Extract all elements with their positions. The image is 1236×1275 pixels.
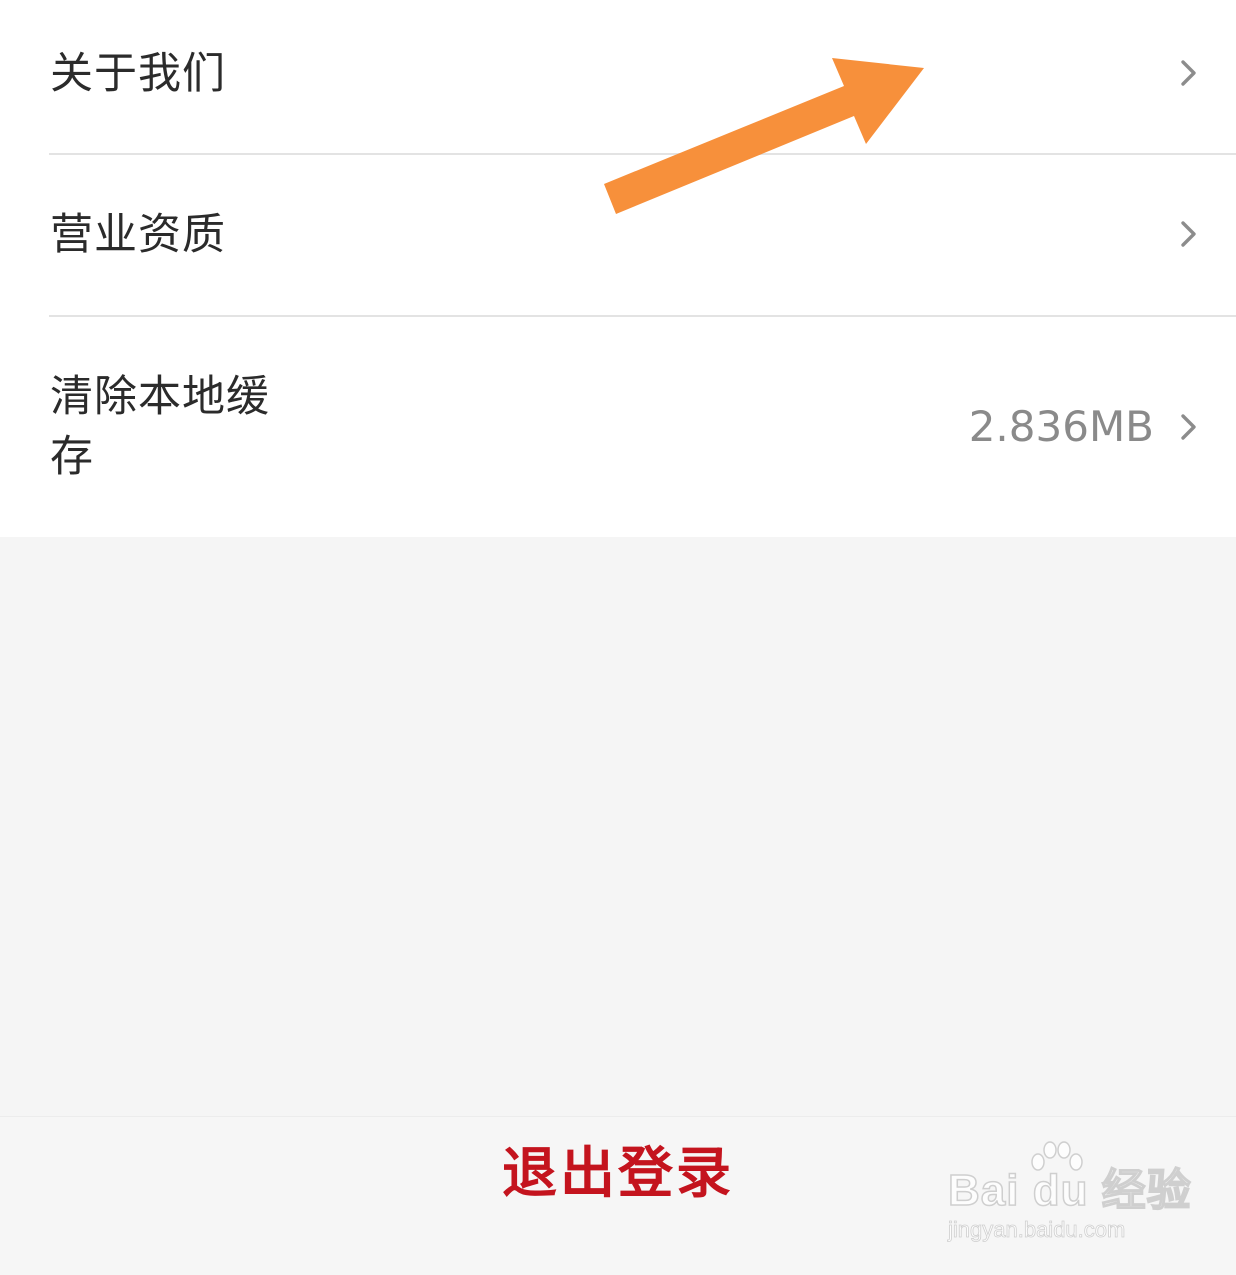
watermark-brand: Bai du 经验 bbox=[947, 1165, 1192, 1216]
cache-size-value: 2.836MB bbox=[968, 402, 1154, 451]
logout-button[interactable]: 退出登录 bbox=[450, 1127, 786, 1219]
settings-list: 关于我们 营业资质 清除本地缓存 2.836MB bbox=[0, 0, 1236, 537]
settings-item-label: 营业资质 bbox=[50, 210, 226, 260]
baidu-jingyan-watermark: Bai du 经验 jingyan.baidu.com bbox=[944, 1140, 1191, 1250]
watermark-domain: jingyan.baidu.com bbox=[948, 1217, 1126, 1243]
settings-item-label: 关于我们 bbox=[50, 49, 226, 99]
chevron-right-icon bbox=[1181, 221, 1196, 247]
settings-item-about-us[interactable]: 关于我们 bbox=[0, 0, 1236, 154]
settings-item-label: 清除本地缓存 bbox=[50, 372, 270, 482]
chevron-right-icon bbox=[1181, 60, 1196, 86]
divider bbox=[49, 153, 1236, 155]
settings-item-clear-cache[interactable]: 清除本地缓存 2.836MB bbox=[0, 317, 1236, 537]
settings-item-business-license[interactable]: 营业资质 bbox=[0, 156, 1236, 315]
chevron-right-icon bbox=[1181, 414, 1196, 440]
